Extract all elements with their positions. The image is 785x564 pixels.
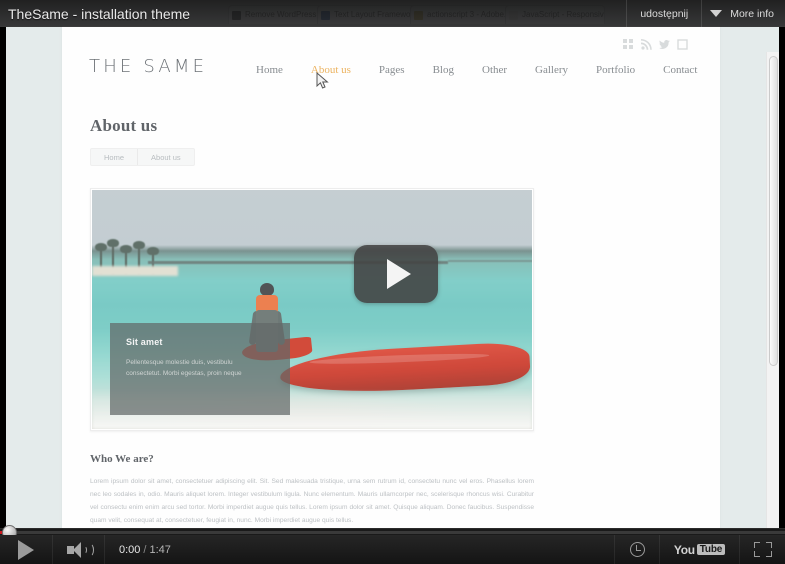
video-top-bar: TheSame - installation theme udostępnij … xyxy=(0,0,785,27)
current-time: 0:00 xyxy=(119,543,141,556)
content-column: THE SAME Home About us Pages Blog Other … xyxy=(62,26,720,564)
section-heading: Who We are? xyxy=(90,453,154,465)
beach-sand xyxy=(92,266,178,276)
breadcrumb-item-about-us[interactable]: About us xyxy=(137,149,194,165)
browser-page: Remove WordPress De... Text Layout Frame… xyxy=(0,0,785,564)
rss-icon[interactable] xyxy=(641,39,652,50)
breadcrumb: Home About us xyxy=(90,148,195,166)
chevron-down-icon xyxy=(710,10,723,17)
letterbox-left xyxy=(0,27,6,534)
nav-item-blog[interactable]: Blog xyxy=(419,62,468,78)
section-body-text: Lorem ipsum dolor sit amet, consectetuer… xyxy=(90,478,534,524)
screen: Remove WordPress De... Text Layout Frame… xyxy=(0,0,785,564)
featured-media[interactable]: Sit amet Pellentesque molestie duis, ves… xyxy=(90,188,534,431)
scrollbar-thumb[interactable] xyxy=(769,56,778,366)
time-display: 0:00 / 1:47 xyxy=(104,535,185,564)
nav-item-pages[interactable]: Pages xyxy=(365,62,419,78)
breadcrumb-item-home[interactable]: Home xyxy=(91,149,137,165)
nav-item-about-us[interactable]: About us xyxy=(297,62,365,78)
nav-item-home[interactable]: Home xyxy=(242,62,297,78)
progress-loaded xyxy=(0,531,785,534)
media-image: Sit amet Pellentesque molestie duis, ves… xyxy=(92,190,532,429)
youtube-logo-word: You xyxy=(673,542,695,557)
total-time: 1:47 xyxy=(149,543,171,556)
media-caption: Sit amet Pellentesque molestie duis, ves… xyxy=(110,323,290,415)
title-block: About us Home About us xyxy=(62,98,720,166)
main-navigation: Home About us Pages Blog Other Gallery P… xyxy=(242,62,711,78)
video-title: TheSame - installation theme xyxy=(8,5,191,22)
nav-item-gallery[interactable]: Gallery xyxy=(521,62,582,78)
caption-line-1: Pellentesque molestie duis, vestibulu xyxy=(126,359,233,366)
social-links xyxy=(623,39,688,50)
play-button[interactable] xyxy=(0,535,52,564)
video-play-button[interactable] xyxy=(354,245,438,303)
time-separator: / xyxy=(143,543,147,556)
grid-icon[interactable] xyxy=(623,39,634,50)
browser-scrollbar[interactable] xyxy=(766,52,779,560)
who-we-are-section: Who We are? Lorem ipsum dolor sit amet, … xyxy=(90,453,534,527)
square-icon[interactable] xyxy=(677,39,688,50)
nav-item-contact[interactable]: Contact xyxy=(649,62,711,78)
play-icon xyxy=(387,259,411,289)
more-info-label: More info xyxy=(730,7,774,20)
page-body: THE SAME Home About us Pages Blog Other … xyxy=(0,26,785,564)
nav-item-portfolio[interactable]: Portfolio xyxy=(582,62,649,78)
video-control-bar: 0:00 / 1:47 You Tube xyxy=(0,535,785,564)
youtube-logo[interactable]: You Tube xyxy=(659,535,739,564)
nav-item-other[interactable]: Other xyxy=(468,62,521,78)
clock-icon xyxy=(629,542,645,557)
youtube-logo-box: Tube xyxy=(696,544,726,555)
watch-later-button[interactable] xyxy=(614,535,659,564)
twitter-icon[interactable] xyxy=(659,39,670,50)
pier-line-far xyxy=(448,260,532,262)
more-info-button[interactable]: More info xyxy=(701,0,785,27)
letterbox-right xyxy=(779,27,785,534)
video-progress-bar[interactable] xyxy=(0,525,785,540)
page-title: About us xyxy=(90,116,158,135)
volume-icon xyxy=(66,541,94,558)
caption-title: Sit amet xyxy=(126,337,163,347)
fullscreen-icon xyxy=(753,542,772,557)
volume-button[interactable] xyxy=(52,535,104,564)
caption-line-2: consectetut. Morbi egestas, proin neque xyxy=(126,370,242,378)
play-icon xyxy=(18,539,34,560)
site-logo[interactable]: THE SAME xyxy=(89,56,207,77)
site-header: THE SAME Home About us Pages Blog Other … xyxy=(62,26,720,98)
share-button[interactable]: udostępnij xyxy=(626,0,701,27)
fullscreen-button[interactable] xyxy=(739,535,785,564)
